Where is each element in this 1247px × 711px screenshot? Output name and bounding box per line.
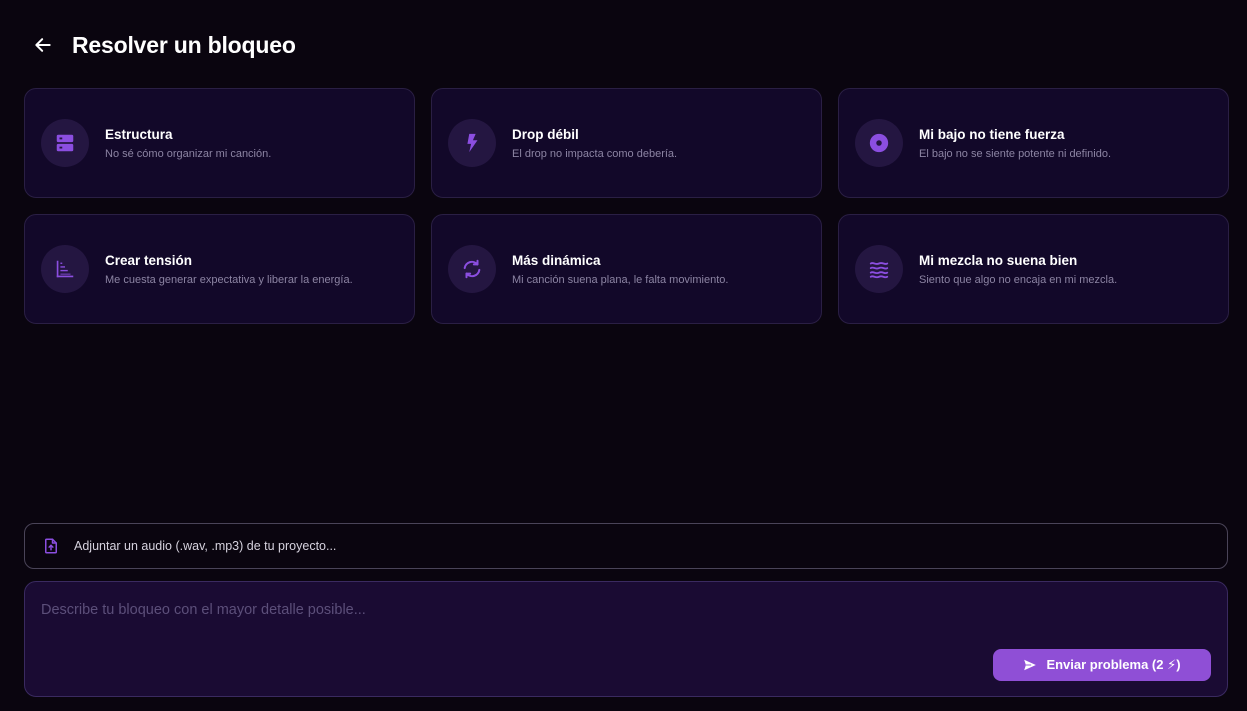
card-icon-wrap: [855, 119, 903, 167]
card-description: El bajo no se siente potente ni definido…: [919, 147, 1112, 160]
card-text: Mi bajo no tiene fuerza El bajo no se si…: [919, 126, 1111, 161]
card-text: Más dinámica Mi canción suena plana, le …: [512, 252, 728, 287]
card-description: El drop no impacta como debería.: [512, 147, 678, 160]
card-crear-tension[interactable]: Crear tensión Me cuesta generar expectat…: [24, 214, 415, 324]
card-icon-wrap: [855, 245, 903, 293]
card-description: Mi canción suena plana, le falta movimie…: [512, 273, 729, 286]
page: Resolver un bloqueo Estructura No sé cóm…: [0, 0, 1247, 711]
card-text: Mi mezcla no suena bien Siento que algo …: [919, 252, 1117, 287]
waves-icon: [869, 262, 889, 279]
attach-label: Adjuntar un audio (.wav, .mp3) de tu pro…: [74, 539, 337, 553]
card-title: Estructura: [105, 126, 173, 142]
card-description: Me cuesta generar expectativa y liberar …: [105, 273, 353, 286]
card-title: Drop débil: [512, 126, 579, 142]
card-icon-wrap: [41, 119, 89, 167]
card-title: Mi bajo no tiene fuerza: [919, 126, 1065, 142]
card-drop-debil[interactable]: Drop débil El drop no impacta como deber…: [431, 88, 822, 198]
card-text: Drop débil El drop no impacta como deber…: [512, 126, 677, 161]
card-icon-wrap: [448, 245, 496, 293]
card-bajo[interactable]: Mi bajo no tiene fuerza El bajo no se si…: [838, 88, 1229, 198]
card-title: Mi mezcla no suena bien: [919, 252, 1078, 268]
rising-bars-icon: [56, 260, 74, 278]
attach-audio-button[interactable]: Adjuntar un audio (.wav, .mp3) de tu pro…: [24, 523, 1228, 569]
send-button-label: Enviar problema (2 ⚡): [1046, 657, 1181, 672]
back-button[interactable]: [24, 28, 64, 62]
send-problem-button[interactable]: Enviar problema (2 ⚡): [993, 649, 1211, 681]
problem-grid: Estructura No sé cómo organizar mi canci…: [24, 88, 1229, 324]
refresh-icon: [463, 259, 481, 279]
arrow-left-icon: [35, 38, 51, 52]
card-title: Crear tensión: [105, 252, 193, 268]
card-description: No sé cómo organizar mi canción.: [105, 147, 272, 160]
composer: Enviar problema (2 ⚡): [24, 581, 1228, 697]
structure-icon: [56, 134, 74, 152]
lightning-icon: [467, 133, 478, 153]
card-mezcla[interactable]: Mi mezcla no suena bien Siento que algo …: [838, 214, 1229, 324]
disc-icon: [869, 133, 889, 153]
page-title: Resolver un bloqueo: [72, 31, 296, 58]
card-estructura[interactable]: Estructura No sé cómo organizar mi canci…: [24, 88, 415, 198]
file-upload-icon: [45, 538, 57, 554]
card-description: Siento que algo no encaja en mi mezcla.: [919, 273, 1118, 286]
header: Resolver un bloqueo: [24, 28, 296, 62]
card-text: Crear tensión Me cuesta generar expectat…: [105, 252, 353, 287]
card-mas-dinamica[interactable]: Más dinámica Mi canción suena plana, le …: [431, 214, 822, 324]
problem-description-input[interactable]: [41, 602, 1211, 642]
card-icon-wrap: [41, 245, 89, 293]
card-icon-wrap: [448, 119, 496, 167]
card-text: Estructura No sé cómo organizar mi canci…: [105, 126, 271, 161]
card-title: Más dinámica: [512, 252, 601, 268]
send-icon: [1024, 659, 1037, 671]
